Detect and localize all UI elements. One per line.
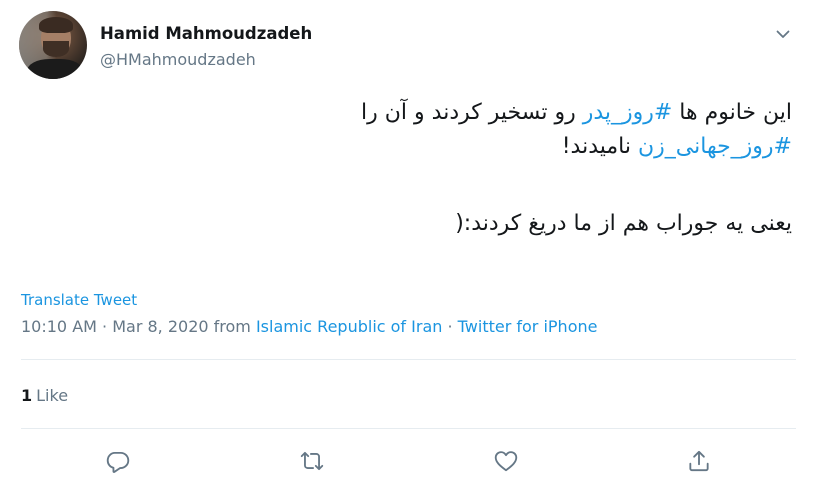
retweet-button[interactable]	[299, 448, 325, 474]
timestamp[interactable]: 10:10 AM · Mar 8, 2020	[21, 317, 209, 336]
hashtag-link[interactable]: #روز_جهانی_زن	[638, 134, 792, 159]
tweet-line: #روز_جهانی_زن نامیدند!	[32, 130, 792, 164]
tweet-text-segment: این خانوم ها	[672, 100, 792, 125]
like-button[interactable]	[493, 448, 519, 474]
like-label: Like	[36, 386, 69, 405]
avatar[interactable]	[19, 11, 87, 79]
source-link[interactable]: Twitter for iPhone	[458, 317, 598, 336]
reply-button[interactable]	[105, 448, 131, 474]
translate-tweet-link[interactable]: Translate Tweet	[21, 291, 137, 309]
like-count: 1	[21, 386, 33, 405]
location-link[interactable]: Islamic Republic of Iran	[256, 317, 442, 336]
tweet-meta: 10:10 AM · Mar 8, 2020 from Islamic Repu…	[21, 317, 597, 336]
tweet-line: یعنی یه جوراب هم از ما دریغ کردند:(	[32, 207, 792, 241]
author-handle[interactable]: @HMahmoudzadeh	[100, 50, 256, 69]
heart-icon	[494, 451, 518, 472]
from-text: from	[208, 317, 256, 336]
avatar-beard	[43, 41, 69, 57]
meta-separator: ·	[442, 317, 458, 336]
retweet-icon	[300, 451, 324, 471]
chevron-down-icon[interactable]	[775, 26, 791, 42]
tweet-text-segment: نامیدند!	[561, 134, 638, 159]
author-name[interactable]: Hamid Mahmoudzadeh	[100, 24, 312, 43]
hashtag-link[interactable]: #روز_پدر	[583, 100, 673, 125]
tweet-text-segment: یعنی یه جوراب هم از ما دریغ کردند:(	[455, 211, 792, 236]
divider	[21, 428, 796, 429]
avatar-hair	[39, 17, 73, 33]
share-button[interactable]	[686, 448, 712, 474]
tweet-line: این خانوم ها #روز_پدر رو تسخیر کردند و آ…	[32, 96, 792, 130]
reply-icon	[106, 451, 130, 473]
likes-stat[interactable]: 1 Like	[21, 386, 68, 405]
tweet-text-segment: رو تسخیر کردند و آن را	[361, 100, 583, 125]
avatar-shoulders	[27, 59, 83, 79]
share-icon	[689, 450, 709, 472]
tweet-text: این خانوم ها #روز_پدر رو تسخیر کردند و آ…	[32, 96, 792, 241]
divider	[21, 359, 796, 360]
